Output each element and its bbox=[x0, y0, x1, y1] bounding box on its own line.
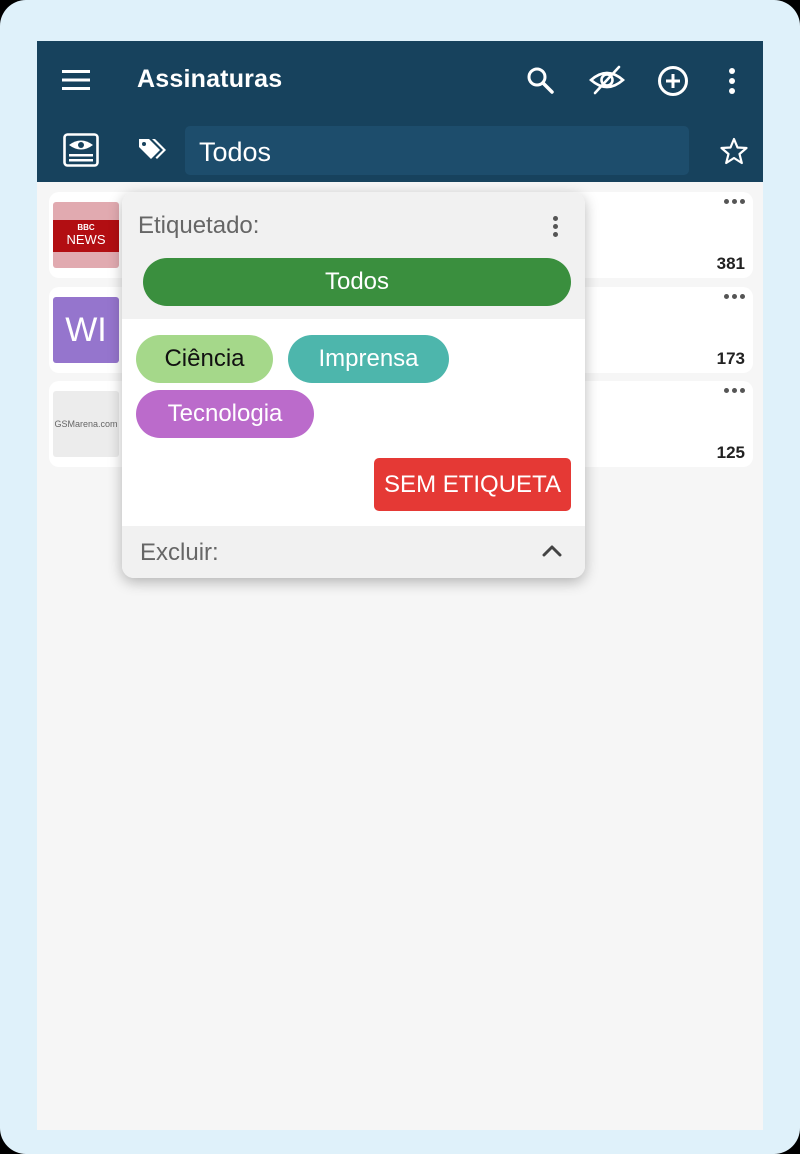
tagged-label: Etiquetado: bbox=[138, 212, 260, 239]
device-frame: Assinaturas Todos BBC NEWS 381 WI 173 GS… bbox=[0, 0, 800, 1154]
tag-chip-label: Imprensa bbox=[318, 345, 419, 372]
untagged-button[interactable]: SEM ETIQUETA bbox=[374, 458, 571, 511]
tag-filter-popup: Etiquetado: Todos Ciência Imprensa Tecno… bbox=[122, 192, 585, 578]
star-outline-icon[interactable] bbox=[717, 134, 751, 168]
feed-thumbnail: BBC NEWS bbox=[53, 202, 119, 268]
page-title: Assinaturas bbox=[137, 65, 283, 93]
tag-chip-ciencia[interactable]: Ciência bbox=[136, 335, 273, 383]
tag-icon[interactable] bbox=[135, 134, 169, 166]
unread-count: 125 bbox=[716, 443, 745, 462]
tag-filter-field[interactable]: Todos bbox=[185, 126, 689, 175]
feed-thumbnail: WI bbox=[53, 297, 119, 363]
feed-thumbnail: GSMarena.com bbox=[53, 391, 119, 457]
thumb-logo-text: GSMarena.com bbox=[54, 419, 118, 429]
thumb-text-bottom: NEWS bbox=[66, 232, 106, 247]
more-horiz-icon[interactable] bbox=[724, 294, 745, 299]
eye-off-icon[interactable] bbox=[587, 61, 627, 99]
list-view-icon[interactable] bbox=[61, 131, 101, 169]
thumb-initials: WI bbox=[65, 310, 107, 349]
more-vert-icon[interactable] bbox=[553, 216, 558, 237]
exclude-label: Excluir: bbox=[140, 539, 219, 566]
tag-chip-label: Tecnologia bbox=[167, 400, 283, 427]
tag-filter-value: Todos bbox=[199, 137, 272, 167]
more-horiz-icon[interactable] bbox=[724, 388, 745, 393]
search-icon[interactable] bbox=[523, 63, 557, 97]
menu-icon[interactable] bbox=[59, 63, 93, 97]
tagged-section: Etiquetado: Todos bbox=[122, 192, 585, 319]
tag-chip-label: Ciência bbox=[164, 345, 245, 372]
all-tags-label: Todos bbox=[324, 268, 390, 295]
tag-chip-imprensa[interactable]: Imprensa bbox=[288, 335, 449, 383]
more-horiz-icon[interactable] bbox=[724, 199, 745, 204]
exclude-section[interactable]: Excluir: bbox=[122, 526, 585, 578]
more-vert-icon[interactable] bbox=[720, 63, 744, 99]
add-circle-icon[interactable] bbox=[655, 63, 691, 99]
all-tags-button[interactable]: Todos bbox=[143, 258, 571, 306]
tag-chip-tecnologia[interactable]: Tecnologia bbox=[136, 390, 314, 438]
unread-count: 381 bbox=[716, 254, 745, 273]
unread-count: 173 bbox=[716, 349, 745, 368]
app-bar: Assinaturas Todos bbox=[37, 41, 763, 182]
chevron-up-icon[interactable] bbox=[540, 540, 564, 562]
untagged-label: SEM ETIQUETA bbox=[384, 470, 561, 498]
